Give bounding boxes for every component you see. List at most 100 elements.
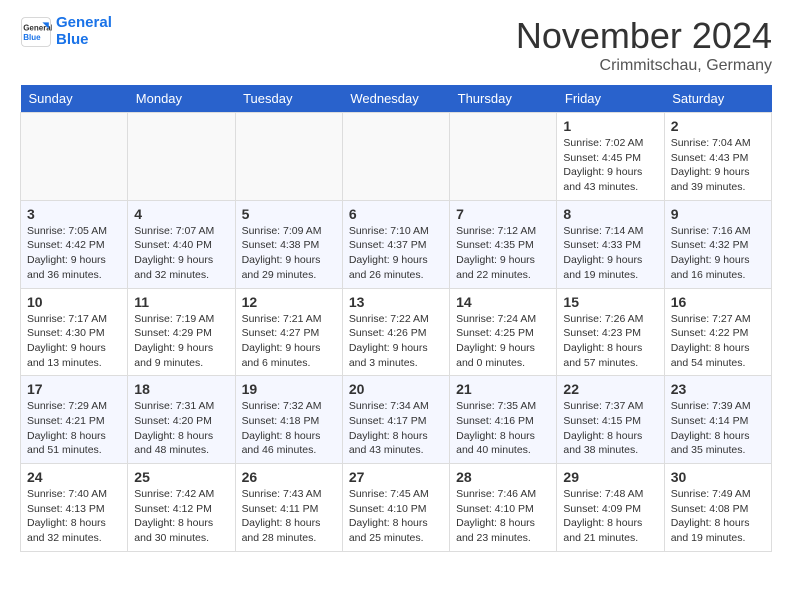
calendar-cell-1 xyxy=(128,113,235,201)
day-info: Sunrise: 7:37 AMSunset: 4:15 PMDaylight:… xyxy=(563,399,657,458)
day-number: 20 xyxy=(349,381,443,397)
calendar-week-1: 1Sunrise: 7:02 AMSunset: 4:45 PMDaylight… xyxy=(21,113,772,201)
day-number: 24 xyxy=(27,469,121,485)
day-number: 1 xyxy=(563,118,657,134)
day-number: 5 xyxy=(242,206,336,222)
day-number: 28 xyxy=(456,469,550,485)
day-info: Sunrise: 7:45 AMSunset: 4:10 PMDaylight:… xyxy=(349,487,443,546)
day-info: Sunrise: 7:04 AMSunset: 4:43 PMDaylight:… xyxy=(671,136,765,195)
calendar-cell-19: 15 Sunrise: 7:26 AMSunset: 4:23 PMDayligh… xyxy=(557,288,664,376)
month-title: November 2024 xyxy=(516,15,772,57)
calendar-week-5: 24 Sunrise: 7:40 AMSunset: 4:13 PMDayligh… xyxy=(21,464,772,552)
calendar-cell-22: 18Sunrise: 7:31 AMSunset: 4:20 PMDayligh… xyxy=(128,376,235,464)
day-header-monday: Monday xyxy=(128,85,235,113)
calendar-cell-11: 7Sunrise: 7:12 AMSunset: 4:35 PMDaylight… xyxy=(450,200,557,288)
day-info: Sunrise: 7:34 AMSunset: 4:17 PMDaylight:… xyxy=(349,399,443,458)
calendar-cell-25: 21 Sunrise: 7:35 AMSunset: 4:16 PMDayligh… xyxy=(450,376,557,464)
day-info: Sunrise: 7:26 AMSunset: 4:23 PMDaylight:… xyxy=(563,312,657,371)
calendar-cell-13: 9 Sunrise: 7:16 AMSunset: 4:32 PMDaylight… xyxy=(664,200,771,288)
calendar-cell-15: 11Sunrise: 7:19 AMSunset: 4:29 PMDayligh… xyxy=(128,288,235,376)
day-number: 7 xyxy=(456,206,550,222)
calendar-table: SundayMondayTuesdayWednesdayThursdayFrid… xyxy=(20,85,772,552)
calendar-cell-20: 16 Sunrise: 7:27 AMSunset: 4:22 PMDayligh… xyxy=(664,288,771,376)
day-info: Sunrise: 7:39 AMSunset: 4:14 PMDaylight:… xyxy=(671,399,765,458)
day-number: 10 xyxy=(27,294,121,310)
calendar-cell-29: 25 Sunrise: 7:42 AMSunset: 4:12 PMDayligh… xyxy=(128,464,235,552)
day-info: Sunrise: 7:40 AMSunset: 4:13 PMDaylight:… xyxy=(27,487,121,546)
day-number: 29 xyxy=(563,469,657,485)
day-number: 25 xyxy=(134,469,228,485)
day-info: Sunrise: 7:46 AMSunset: 4:10 PMDaylight:… xyxy=(456,487,550,546)
day-info: Sunrise: 7:07 AMSunset: 4:40 PMDaylight:… xyxy=(134,224,228,283)
calendar-cell-8: 4 Sunrise: 7:07 AMSunset: 4:40 PMDaylight… xyxy=(128,200,235,288)
day-header-wednesday: Wednesday xyxy=(342,85,449,113)
logo-blue: Blue xyxy=(56,32,112,49)
day-number: 23 xyxy=(671,381,765,397)
day-number: 19 xyxy=(242,381,336,397)
day-number: 14 xyxy=(456,294,550,310)
day-info: Sunrise: 7:16 AMSunset: 4:32 PMDaylight:… xyxy=(671,224,765,283)
day-number: 3 xyxy=(27,206,121,222)
day-number: 26 xyxy=(242,469,336,485)
calendar-cell-34: 30 Sunrise: 7:49 AMSunset: 4:08 PMDayligh… xyxy=(664,464,771,552)
calendar-cell-27: 23 Sunrise: 7:39 AMSunset: 4:14 PMDayligh… xyxy=(664,376,771,464)
day-info: Sunrise: 7:49 AMSunset: 4:08 PMDaylight:… xyxy=(671,487,765,546)
day-info: Sunrise: 7:14 AMSunset: 4:33 PMDaylight:… xyxy=(563,224,657,283)
day-number: 30 xyxy=(671,469,765,485)
logo-icon: General Blue xyxy=(20,16,52,48)
day-number: 13 xyxy=(349,294,443,310)
day-number: 8 xyxy=(563,206,657,222)
title-block: November 2024 Crimmitschau, Germany xyxy=(516,15,772,75)
calendar-cell-28: 24 Sunrise: 7:40 AMSunset: 4:13 PMDayligh… xyxy=(21,464,128,552)
day-number: 4 xyxy=(134,206,228,222)
calendar-cell-30: 26 Sunrise: 7:43 AMSunset: 4:11 PMDayligh… xyxy=(235,464,342,552)
day-number: 21 xyxy=(456,381,550,397)
calendar-cell-24: 20 Sunrise: 7:34 AMSunset: 4:17 PMDayligh… xyxy=(342,376,449,464)
day-number: 16 xyxy=(671,294,765,310)
day-number: 15 xyxy=(563,294,657,310)
calendar-week-3: 10Sunrise: 7:17 AMSunset: 4:30 PMDayligh… xyxy=(21,288,772,376)
calendar-week-2: 3Sunrise: 7:05 AMSunset: 4:42 PMDaylight… xyxy=(21,200,772,288)
day-header-tuesday: Tuesday xyxy=(235,85,342,113)
calendar-week-4: 17Sunrise: 7:29 AMSunset: 4:21 PMDayligh… xyxy=(21,376,772,464)
calendar-cell-6: 2Sunrise: 7:04 AMSunset: 4:43 PMDaylight… xyxy=(664,113,771,201)
logo-text: General xyxy=(56,15,112,32)
calendar-cell-5: 1Sunrise: 7:02 AMSunset: 4:45 PMDaylight… xyxy=(557,113,664,201)
day-number: 27 xyxy=(349,469,443,485)
day-header-sunday: Sunday xyxy=(21,85,128,113)
day-info: Sunrise: 7:10 AMSunset: 4:37 PMDaylight:… xyxy=(349,224,443,283)
calendar-cell-18: 14 Sunrise: 7:24 AMSunset: 4:25 PMDayligh… xyxy=(450,288,557,376)
day-info: Sunrise: 7:42 AMSunset: 4:12 PMDaylight:… xyxy=(134,487,228,546)
calendar-cell-33: 29 Sunrise: 7:48 AMSunset: 4:09 PMDayligh… xyxy=(557,464,664,552)
day-number: 12 xyxy=(242,294,336,310)
day-info: Sunrise: 7:29 AMSunset: 4:21 PMDaylight:… xyxy=(27,399,121,458)
calendar-cell-7: 3Sunrise: 7:05 AMSunset: 4:42 PMDaylight… xyxy=(21,200,128,288)
calendar-body: 1Sunrise: 7:02 AMSunset: 4:45 PMDaylight… xyxy=(21,113,772,552)
calendar-cell-3 xyxy=(342,113,449,201)
day-info: Sunrise: 7:24 AMSunset: 4:25 PMDaylight:… xyxy=(456,312,550,371)
calendar-cell-14: 10Sunrise: 7:17 AMSunset: 4:30 PMDayligh… xyxy=(21,288,128,376)
day-info: Sunrise: 7:27 AMSunset: 4:22 PMDaylight:… xyxy=(671,312,765,371)
calendar-cell-21: 17Sunrise: 7:29 AMSunset: 4:21 PMDayligh… xyxy=(21,376,128,464)
calendar-cell-26: 22Sunrise: 7:37 AMSunset: 4:15 PMDayligh… xyxy=(557,376,664,464)
day-number: 6 xyxy=(349,206,443,222)
calendar-cell-4 xyxy=(450,113,557,201)
logo: General Blue General Blue xyxy=(20,15,112,48)
calendar-header-row: SundayMondayTuesdayWednesdayThursdayFrid… xyxy=(21,85,772,113)
day-info: Sunrise: 7:35 AMSunset: 4:16 PMDaylight:… xyxy=(456,399,550,458)
calendar-cell-9: 5 Sunrise: 7:09 AMSunset: 4:38 PMDaylight… xyxy=(235,200,342,288)
calendar-cell-16: 12Sunrise: 7:21 AMSunset: 4:27 PMDayligh… xyxy=(235,288,342,376)
day-info: Sunrise: 7:32 AMSunset: 4:18 PMDaylight:… xyxy=(242,399,336,458)
calendar-cell-31: 27 Sunrise: 7:45 AMSunset: 4:10 PMDayligh… xyxy=(342,464,449,552)
day-number: 9 xyxy=(671,206,765,222)
day-info: Sunrise: 7:09 AMSunset: 4:38 PMDaylight:… xyxy=(242,224,336,283)
day-header-friday: Friday xyxy=(557,85,664,113)
location-subtitle: Crimmitschau, Germany xyxy=(516,57,772,75)
day-number: 18 xyxy=(134,381,228,397)
main-container: General Blue General Blue November 2024 … xyxy=(0,0,792,567)
calendar-cell-32: 28 Sunrise: 7:46 AMSunset: 4:10 PMDayligh… xyxy=(450,464,557,552)
day-number: 11 xyxy=(134,294,228,310)
day-info: Sunrise: 7:43 AMSunset: 4:11 PMDaylight:… xyxy=(242,487,336,546)
day-header-thursday: Thursday xyxy=(450,85,557,113)
day-info: Sunrise: 7:48 AMSunset: 4:09 PMDaylight:… xyxy=(563,487,657,546)
